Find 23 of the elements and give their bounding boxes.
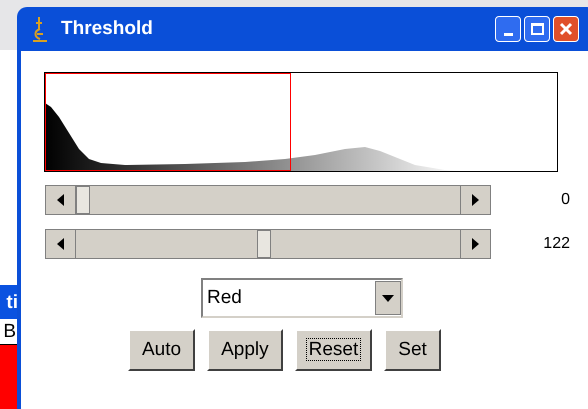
window-title: ti <box>6 292 18 312</box>
dropdown-arrow-icon <box>382 294 394 302</box>
maximize-button[interactable] <box>524 16 550 42</box>
microscope-icon <box>31 15 49 43</box>
minimize-button[interactable] <box>495 16 521 42</box>
slider-thumb[interactable] <box>76 186 90 214</box>
action-button[interactable]: Reset <box>294 329 372 371</box>
close-icon <box>559 22 573 36</box>
slider-thumb[interactable] <box>256 230 271 258</box>
close-button[interactable] <box>553 16 579 42</box>
slider[interactable] <box>45 185 491 215</box>
slider[interactable] <box>45 229 491 259</box>
action-button[interactable]: Auto <box>128 329 196 371</box>
window-title: Threshold <box>61 16 153 41</box>
left-arrow-icon <box>57 238 64 250</box>
action-button[interactable]: Apply <box>207 329 283 371</box>
right-arrow-icon <box>472 194 479 206</box>
slider-value: 0 <box>561 190 570 210</box>
action-button[interactable]: Set <box>384 329 441 371</box>
slider-value: 122 <box>543 234 570 254</box>
channel-dropdown[interactable]: Red <box>201 278 403 318</box>
right-arrow-icon <box>472 238 479 250</box>
left-arrow-icon <box>57 194 64 206</box>
